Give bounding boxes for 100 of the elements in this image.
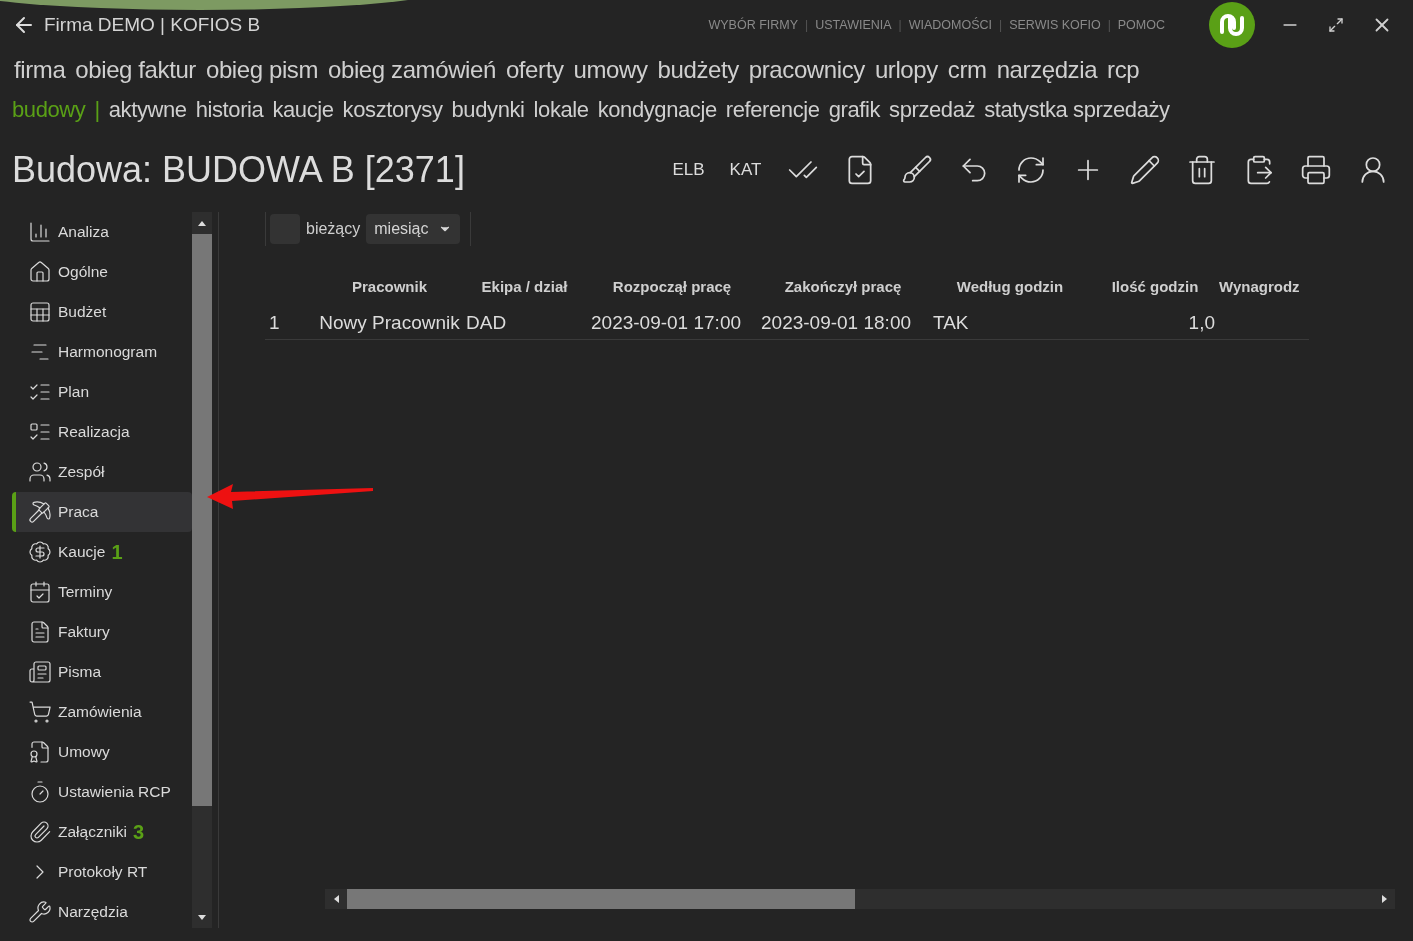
sidebar-label: Ustawienia RCP: [58, 783, 171, 801]
menu-item[interactable]: oferty: [505, 56, 564, 84]
submenu-item[interactable]: kondygnacje: [597, 97, 717, 123]
section-label: budowy: [12, 97, 86, 123]
toolbar-button[interactable]: KAT: [717, 148, 774, 192]
sidebar-label: Załączniki: [58, 823, 127, 841]
submenu-item[interactable]: statystka sprzedaży: [984, 97, 1170, 123]
house-icon: [28, 260, 52, 284]
menu-item[interactable]: pracownicy: [748, 56, 865, 84]
menu-item[interactable]: umowy: [573, 56, 648, 84]
cart-icon: [28, 700, 52, 724]
column-header[interactable]: Ilość godzin: [1091, 266, 1219, 306]
sidebar-item[interactable]: Faktury: [12, 612, 192, 652]
scroll-thumb[interactable]: [192, 234, 212, 806]
menu-item[interactable]: firma: [14, 56, 66, 84]
sidebar-item[interactable]: Terminy: [12, 572, 192, 612]
column-header[interactable]: Ekipa / dział: [462, 266, 587, 306]
document-icon: [28, 660, 52, 684]
sidebar-label: Umowy: [58, 743, 110, 761]
submenu-item[interactable]: budynki: [451, 97, 525, 123]
table-cell: 2023-09-01 18:00: [757, 306, 929, 340]
scroll-up-icon[interactable]: [198, 220, 206, 226]
sidebar-label: Protokoły RT: [58, 863, 148, 881]
table-cell: TAK: [929, 306, 1091, 340]
page-title: Budowa: BUDOWA B [2371]: [12, 149, 466, 191]
invoice-icon: [28, 620, 52, 644]
menu-item[interactable]: obieg pism: [205, 56, 319, 84]
submenu-item[interactable]: kaucje: [272, 97, 334, 123]
sidebar-item[interactable]: Narzędzia: [12, 892, 192, 932]
menu-item[interactable]: crm: [947, 56, 987, 84]
scroll-thumb[interactable]: [347, 889, 855, 909]
sidebar-item[interactable]: Protokoły RT: [12, 852, 192, 892]
submenu-item[interactable]: lokale: [533, 97, 589, 123]
sidebar-item[interactable]: Praca: [12, 492, 192, 532]
window-title: Firma DEMO | KOFIOS B: [44, 14, 262, 36]
table-cell: 1,0: [1091, 306, 1219, 340]
menu-item[interactable]: obieg faktur: [75, 56, 196, 84]
scroll-down-icon[interactable]: [198, 914, 206, 920]
sidebar-label: Ogólne: [58, 263, 108, 281]
separator: |: [898, 18, 902, 32]
sidebar-label: Zespół: [58, 463, 105, 481]
top-link[interactable]: USTAWIENIA: [815, 18, 892, 32]
row-number: 1: [265, 306, 317, 340]
sidebar-item[interactable]: Plan: [12, 372, 192, 412]
print-icon: [1299, 154, 1332, 186]
column-header[interactable]: Zakończył pracę: [757, 266, 929, 306]
submenu-item[interactable]: referencje: [725, 97, 820, 123]
sidebar-item[interactable]: Ogólne: [12, 252, 192, 292]
menu-item[interactable]: urlopy: [874, 56, 938, 84]
sidebar-item[interactable]: Kaucje 1: [12, 532, 192, 572]
submenu-item[interactable]: sprzedaż: [889, 97, 976, 123]
top-link[interactable]: WYBÓR FIRMY: [708, 18, 799, 32]
submenu-item[interactable]: grafik: [828, 97, 881, 123]
submenu-item[interactable]: kosztorysy: [342, 97, 443, 123]
menu-item[interactable]: budżety: [657, 56, 739, 84]
submenu-item[interactable]: aktywne: [108, 97, 187, 123]
horizontal-scrollbar[interactable]: [325, 889, 1395, 909]
sidebar-label: Zamówienia: [58, 703, 142, 721]
sidebar-label: Analiza: [58, 223, 109, 241]
toolbar-button[interactable]: ELB: [660, 148, 717, 192]
sidebar-item[interactable]: Umowy: [12, 732, 192, 772]
scroll-left-icon[interactable]: [333, 895, 339, 903]
scroll-right-icon[interactable]: [1381, 895, 1387, 903]
sidebar-item[interactable]: Załączniki 3: [12, 812, 192, 852]
column-header[interactable]: Wynagrodz: [1219, 266, 1309, 306]
contract-icon: [28, 740, 52, 764]
stopwatch-icon: [28, 780, 52, 804]
sidebar-label: Terminy: [58, 583, 113, 601]
sidebar-label: Harmonogram: [58, 343, 158, 361]
count: 3: [132, 820, 145, 844]
sidebar-item[interactable]: Harmonogram: [12, 332, 192, 372]
sidebar-item[interactable]: Ustawienia RCP: [12, 772, 192, 812]
column-header[interactable]: Według godzin: [929, 266, 1091, 306]
separator: |: [999, 18, 1003, 32]
separator: |: [94, 97, 100, 123]
table-icon: [28, 300, 52, 324]
column-header[interactable]: Rozpoczął pracę: [587, 266, 757, 306]
menu-item[interactable]: obieg zamówień: [328, 56, 496, 84]
column-header[interactable]: Pracownik: [317, 266, 462, 306]
sidebar-label: Faktury: [58, 623, 110, 641]
sidebar-item[interactable]: Budżet: [12, 292, 192, 332]
sidebar-item[interactable]: Analiza: [12, 212, 192, 252]
submenu-item[interactable]: historia: [195, 97, 264, 123]
sidebar-item[interactable]: Pisma: [12, 652, 192, 692]
menu-item[interactable]: narzędzia: [996, 56, 1098, 84]
sidebar-label: Pisma: [58, 663, 102, 681]
period-dropdown[interactable]: miesiąc: [366, 214, 461, 244]
separator: |: [1107, 18, 1111, 32]
scrollbar[interactable]: [192, 212, 212, 928]
sidebar-item[interactable]: Realizacja: [12, 412, 192, 452]
menu-item[interactable]: rcp: [1107, 56, 1140, 84]
logo-icon: [1209, 2, 1255, 48]
top-link[interactable]: SERWIS KOFIO: [1009, 18, 1101, 32]
maximize-icon[interactable]: [1328, 17, 1344, 33]
top-link[interactable]: WIADOMOŚCI: [908, 18, 993, 32]
sidebar-item[interactable]: Zespół: [12, 452, 192, 492]
table-cell: DAD: [462, 306, 587, 340]
people-icon: [28, 460, 52, 484]
top-link[interactable]: POMOC: [1117, 18, 1165, 32]
sidebar-item[interactable]: Zamówienia: [12, 692, 192, 732]
